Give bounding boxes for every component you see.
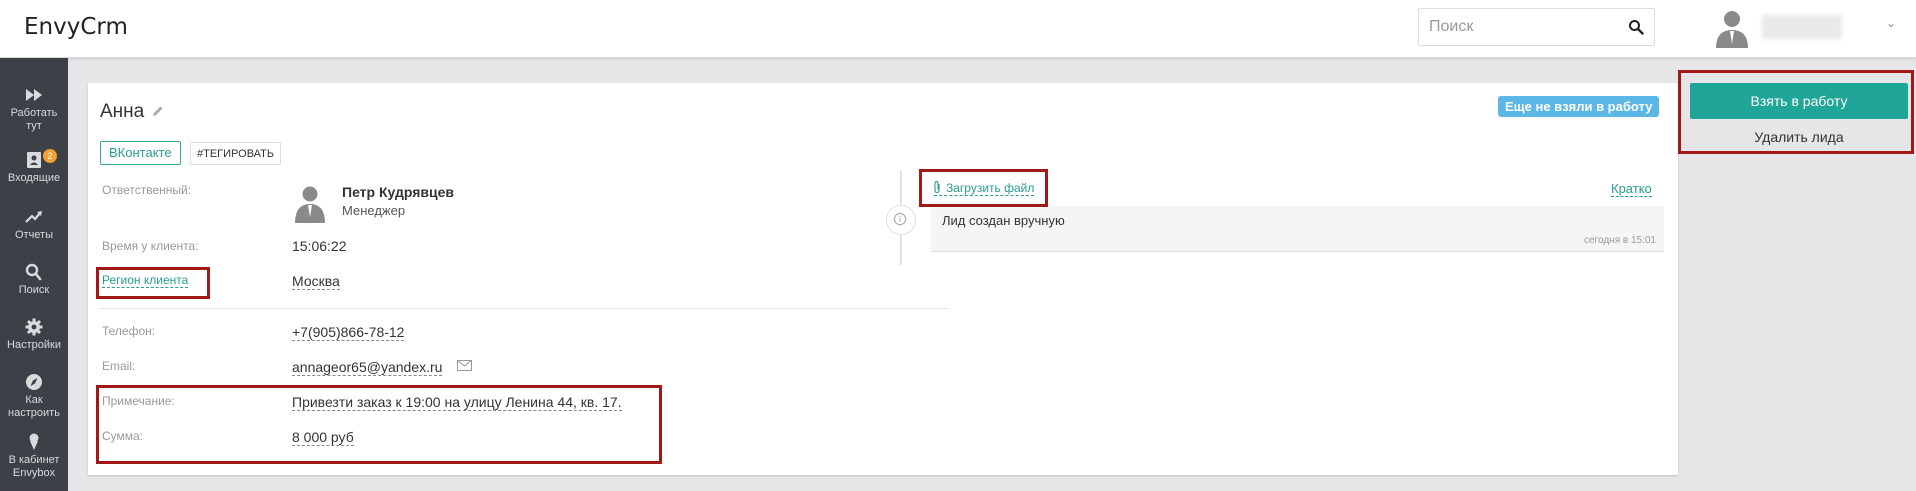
event-time: сегодня в 15:01 [1584,235,1656,246]
highlight-box-note-sum [96,385,662,464]
gear-icon [25,318,43,336]
sidebar-item-label: В кабинет Envybox [8,454,60,479]
event-text: Лид создан вручную [942,213,1065,228]
sidebar-item-label: Настройки [7,339,61,351]
info-icon [893,212,907,226]
delete-lead-button[interactable]: Удалить лида [1690,124,1908,150]
divider [100,308,948,309]
phone-value[interactable]: +7(905)866-78-12 [292,324,405,341]
sidebar-item-label: Входящие [7,172,61,184]
highlight-box-upload [919,169,1048,207]
email-label: Email: [102,359,136,373]
email-value[interactable]: annageor65@yandex.ru [292,359,443,376]
client-time-label: Время у клиента: [102,239,199,253]
client-time-value: 15:06:22 [292,238,347,254]
search-icon [25,263,42,281]
brief-toggle-link[interactable]: Кратко [1611,181,1652,197]
sidebar-item-label: Работать тут [10,107,58,132]
notification-badge: 2 [43,149,57,163]
top-bar: EnvyCrm ⌄ [0,0,1916,58]
sidebar: Работать тут 2 Входящие Отчеты Поиск Нас… [0,58,68,491]
responsible-label: Ответственный: [102,183,192,197]
sidebar-item-settings[interactable]: Настройки [0,318,68,352]
timeline-node [886,205,916,235]
tag-button[interactable]: #ТЕГИРОВАТЬ [190,142,282,165]
pencil-icon[interactable] [152,105,164,117]
search-box[interactable] [1418,8,1655,46]
user-avatar[interactable] [1711,6,1753,48]
responsible-role: Менеджер [342,203,406,218]
sidebar-item-search[interactable]: Поиск [0,263,68,297]
user-name-hidden[interactable] [1762,15,1842,39]
sidebar-item-howto[interactable]: Как настроить [0,373,68,420]
compass-icon [26,374,42,390]
fast-forward-icon [26,89,42,101]
trend-up-icon [25,211,42,223]
responsible-name: Петр Кудрявцев [342,184,454,200]
sidebar-item-label: Как настроить [8,394,60,419]
source-button[interactable]: ВКонтакте [100,141,181,165]
lead-name: Анна [100,101,145,122]
ice-cream-icon [29,433,39,450]
sidebar-item-reports[interactable]: Отчеты [0,208,68,242]
sidebar-item-inbox[interactable]: 2 Входящие [0,149,68,185]
avatar [295,186,325,223]
chevron-down-icon[interactable]: ⌄ [1886,16,1896,30]
timeline-event: Лид создан вручную сегодня в 15:01 [931,206,1664,252]
app-logo[interactable]: EnvyCrm [24,14,128,40]
sidebar-item-envybox[interactable]: В кабинет Envybox [0,433,68,480]
inbox-icon [27,152,41,168]
phone-label: Телефон: [102,324,156,338]
sidebar-item-work[interactable]: Работать тут [0,86,68,133]
take-to-work-button[interactable]: Взять в работу [1690,83,1908,119]
region-value[interactable]: Москва [292,273,340,290]
search-icon[interactable] [1628,19,1644,35]
search-input[interactable] [1419,9,1619,45]
sidebar-item-label: Поиск [18,284,50,296]
mail-icon[interactable] [457,360,472,371]
highlight-box-region [96,267,210,299]
sidebar-item-label: Отчеты [14,229,54,241]
status-badge: Еще не взяли в работу [1498,96,1660,117]
